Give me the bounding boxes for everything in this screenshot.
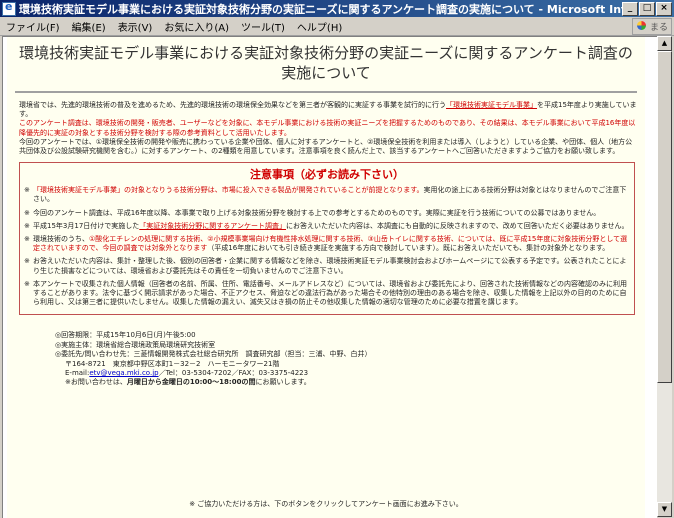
note-text-red: 「環境技術実証モデル事業」の対象となりうる技術分野は、市場に投入できる製品が開発… xyxy=(33,186,424,195)
note-mark: ※ xyxy=(24,279,30,288)
page-title: 環境技術実証モデル事業における実証対象技術分野の実証ニーズに関するアンケート調査… xyxy=(19,44,633,82)
deadline: ◎回答期限：平成15年10月6日(月)午後5:00 xyxy=(55,331,196,340)
email-link[interactable]: etv@vega.mki.co.jp xyxy=(89,369,158,377)
previous-survey-link[interactable]: 「実証対象技術分野に関するアンケート調査」 xyxy=(139,222,286,230)
scroll-thumb[interactable] xyxy=(657,51,672,383)
intro-paragraph-2: このアンケート調査は、環境技術の開発・販売者、ユーザーなどを対象に、本モデル事業… xyxy=(19,119,636,137)
implementer: ◎実施主体：環境省総合環境政策局環境研究技術室 xyxy=(55,340,216,349)
inquiry: ◎委託先/問い合わせ先：三菱情報開発株式会社総合研究所 調査研究部（担当：三浦、… xyxy=(55,350,372,359)
note-mark: ※ xyxy=(24,186,30,195)
menu-view[interactable]: 表示(V) xyxy=(112,19,159,34)
note-text: 今回のアンケート調査は、平成16年度以降、本事業で取り上げる対象技術分野を検討す… xyxy=(33,208,601,217)
tel-fax: ／Tel：03-5304-7202／FAX：03-3375-4223 xyxy=(158,369,309,378)
menu-tools[interactable]: ツール(T) xyxy=(235,19,291,34)
ie-icon xyxy=(2,0,16,16)
hours-text: にお願いします。 xyxy=(255,378,311,387)
vertical-scrollbar[interactable]: ▲ ▼ xyxy=(657,36,672,517)
hours-text: ※お問い合わせは、 xyxy=(65,378,127,387)
intro-paragraph-1: 環境省では、先進的環境技術の普及を進めるため、先進的環境技術の環境保全効果などを… xyxy=(19,101,637,119)
content-viewport: 環境技術実証モデル事業における実証対象技術分野の実証ニーズに関するアンケート調査… xyxy=(2,36,657,518)
note-text: 環境技術のうち、 xyxy=(33,235,89,244)
minimize-button[interactable]: _ xyxy=(622,1,638,16)
notice-item-4: ※ 環境技術のうち、①酸化エチレンの処理に関する技術、②小規模事業場向け有機性排… xyxy=(24,235,630,253)
menu-favorites[interactable]: お気に入り(A) xyxy=(158,19,235,34)
contact-section: ◎回答期限：平成15年10月6日(月)午後5:00 ◎実施主体：環境省総合環境政… xyxy=(55,331,637,387)
note-mark: ※ xyxy=(24,208,30,217)
menu-bar: ファイル(F) 編集(E) 表示(V) お気に入り(A) ツール(T) ヘルプ(… xyxy=(0,17,674,36)
notice-item-6: ※ 本アンケートで収集された個人情報（回答者の名前、所属、住所、電話番号、メール… xyxy=(24,280,630,308)
web-page: 環境技術実証モデル事業における実証対象技術分野の実証ニーズに関するアンケート調査… xyxy=(7,37,645,518)
browser-window: 環境技術実証モデル事業における実証対象技術分野の実証ニーズに関するアンケート調査… xyxy=(0,0,674,518)
scroll-up-button[interactable]: ▲ xyxy=(657,36,672,51)
menu-file[interactable]: ファイル(F) xyxy=(0,19,66,34)
note-text: （平成16年度においても引き続き実証を実施する方向で検討しています）。 xyxy=(207,244,443,253)
notice-item-5: ※ お答えいただいた内容は、集計・整理した後、個別の回答者・企業に関する情報など… xyxy=(24,257,630,275)
address: 〒164-8721 東京都中野区本町1－32－2 ハーモニータワー21階 xyxy=(65,359,280,368)
title-bar[interactable]: 環境技術実証モデル事業における実証対象技術分野の実証ニーズに関するアンケート調査… xyxy=(0,0,674,17)
note-text: 平成15年3月17日付けで実施した xyxy=(33,221,140,230)
menu-help[interactable]: ヘルプ(H) xyxy=(291,19,348,34)
windows-logo-icon: まる xyxy=(632,17,672,35)
etv-program-link[interactable]: 「環境技術実証モデル事業」 xyxy=(446,101,537,109)
notice-item-3: ※ 平成15年3月17日付けで実施した「実証対象技術分野に関するアンケート調査」… xyxy=(24,222,630,231)
maximize-button[interactable]: □ xyxy=(639,1,655,16)
menu-edit[interactable]: 編集(E) xyxy=(66,19,112,34)
intro-text: 環境省では、先進的環境技術の普及を進めるため、先進的環境技術の環境保全効果などを… xyxy=(19,101,446,109)
note-text: にお答えいただいた内容は、本調査にも自動的に反映されますので、改めて回答いただく… xyxy=(286,221,629,230)
intro-section: 環境省では、先進的環境技術の普及を進めるため、先進的環境技術の環境保全効果などを… xyxy=(19,101,637,156)
logo-text: まる xyxy=(649,22,668,33)
divider xyxy=(15,91,637,93)
notice-title: 注意事項（必ずお読み下さい） xyxy=(250,168,404,182)
note-text: お答えいただいた内容は、集計・整理した後、個別の回答者・企業に関する情報などを除… xyxy=(33,257,627,275)
notice-item-1: ※ 「環境技術実証モデル事業」の対象となりうる技術分野は、市場に投入できる製品が… xyxy=(24,186,630,204)
footer-instruction: ※ ご協力いただける方は、下のボタンをクリックしてアンケート画面にお進み下さい。 xyxy=(189,500,463,508)
note-mark: ※ xyxy=(24,221,30,230)
note-text: 既にお答えいただいても、集計の対象外となります。 xyxy=(442,244,610,253)
note-mark: ※ xyxy=(24,257,30,266)
note-text: 本アンケートで収集された個人情報（回答者の名前、所属、住所、電話番号、メールアド… xyxy=(33,279,627,307)
intro-paragraph-3: 今回のアンケートでは、①環境保全技術の開発や販売に携わっている企業や団体、個人に… xyxy=(19,137,633,156)
window-title: 環境技術実証モデル事業における実証対象技術分野の実証ニーズに関するアンケート調査… xyxy=(19,2,622,16)
hours-bold: 月曜日から金曜日の10:00～18:00の間 xyxy=(126,378,256,387)
notice-item-2: ※ 今回のアンケート調査は、平成16年度以降、本事業で取り上げる対象技術分野を検… xyxy=(24,209,630,218)
hours-line: ※お問い合わせは、月曜日から金曜日の10:00～18:00の間にお願いします。 xyxy=(55,378,637,387)
note-mark: ※ xyxy=(24,235,30,244)
close-button[interactable]: × xyxy=(656,1,672,16)
email-label: E-mail: xyxy=(65,369,90,378)
scroll-down-button[interactable]: ▼ xyxy=(657,502,672,517)
notice-box: 注意事項（必ずお読み下さい） ※ 「環境技術実証モデル事業」の対象となりうる技術… xyxy=(19,162,635,316)
